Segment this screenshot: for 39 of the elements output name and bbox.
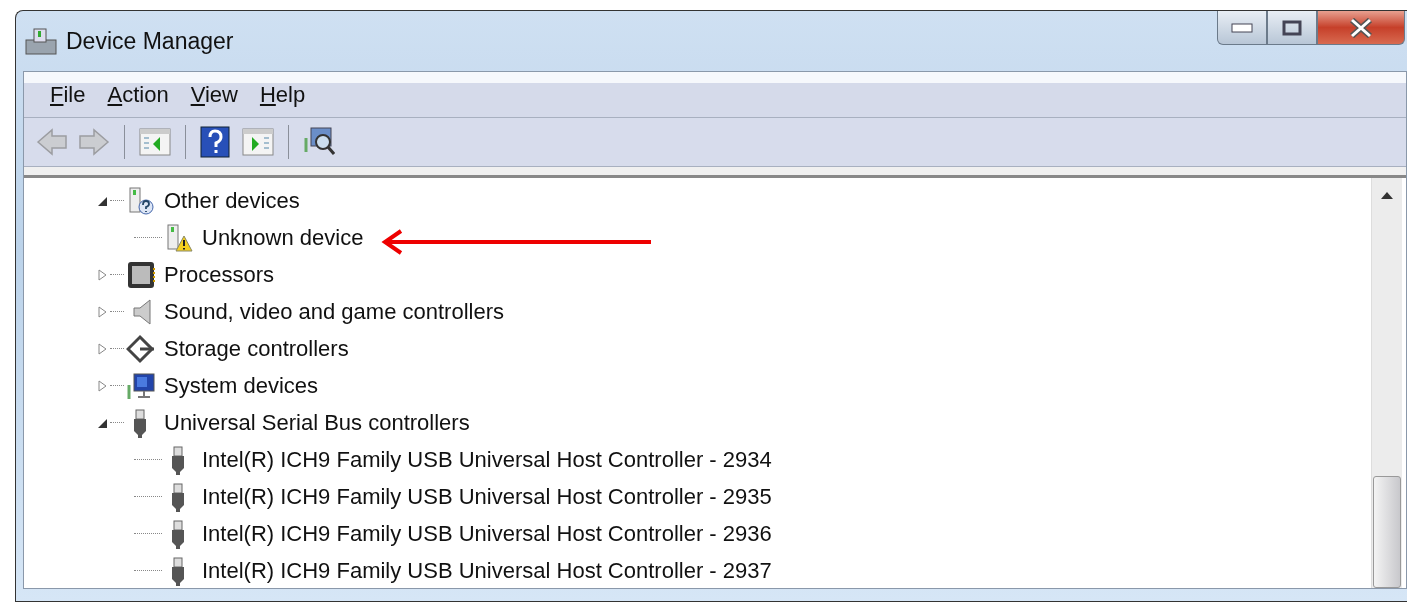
- tree-item[interactable]: System devices: [164, 372, 319, 399]
- device-warning-icon: [164, 222, 194, 253]
- printer-icon: [24, 26, 58, 56]
- maximize-icon: [1282, 19, 1302, 36]
- tree-item[interactable]: Universal Serial Bus controllers: [164, 409, 470, 436]
- menu-item[interactable]: Help: [251, 81, 320, 108]
- menu-item[interactable]: File: [42, 81, 100, 108]
- window-pane-icon[interactable]: [242, 126, 274, 158]
- expand-toggle[interactable]: [96, 305, 108, 318]
- diamond-icon: [126, 333, 156, 364]
- scrollbar[interactable]: [1371, 178, 1402, 588]
- minimize-icon: [1231, 22, 1253, 33]
- menu-item[interactable]: Action: [99, 81, 183, 108]
- tree-item[interactable]: Other devices: [164, 187, 300, 214]
- help-icon[interactable]: [200, 126, 232, 158]
- close-icon: [1349, 17, 1373, 38]
- tree-item[interactable]: Intel(R) ICH9 Family USB Universal Host Controller - 2936: [202, 520, 772, 547]
- close-button[interactable]: [1317, 11, 1405, 45]
- device-question-icon: [126, 185, 156, 216]
- menu-item[interactable]: View: [182, 81, 252, 108]
- expand-toggle[interactable]: [96, 268, 108, 281]
- monitor-icon: [126, 370, 156, 401]
- minimize-button[interactable]: [1217, 11, 1267, 45]
- tree-item[interactable]: Storage controllers: [164, 335, 349, 362]
- expand-toggle[interactable]: [96, 342, 108, 355]
- monitor-magnifier-icon[interactable]: [303, 126, 335, 158]
- tree-item[interactable]: Sound, video and game controllers: [164, 298, 504, 325]
- expand-toggle[interactable]: [96, 379, 108, 392]
- tree-item[interactable]: Intel(R) ICH9 Family USB Universal Host Controller - 2937: [202, 557, 772, 584]
- scroll-up-arrow-icon[interactable]: [1380, 191, 1394, 200]
- chip-icon: [126, 259, 156, 290]
- tree-item[interactable]: Intel(R) ICH9 Family USB Universal Host Controller - 2934: [202, 446, 772, 473]
- window-title: Device Manager: [66, 27, 234, 55]
- maximize-button[interactable]: [1267, 11, 1317, 45]
- tree-item[interactable]: Processors: [164, 261, 275, 288]
- window-pane-icon[interactable]: [139, 126, 171, 158]
- tree-item[interactable]: Unknown device: [202, 224, 364, 251]
- tree-item[interactable]: Intel(R) ICH9 Family USB Universal Host Controller - 2935: [202, 483, 772, 510]
- scroll-thumb[interactable]: [1373, 476, 1401, 588]
